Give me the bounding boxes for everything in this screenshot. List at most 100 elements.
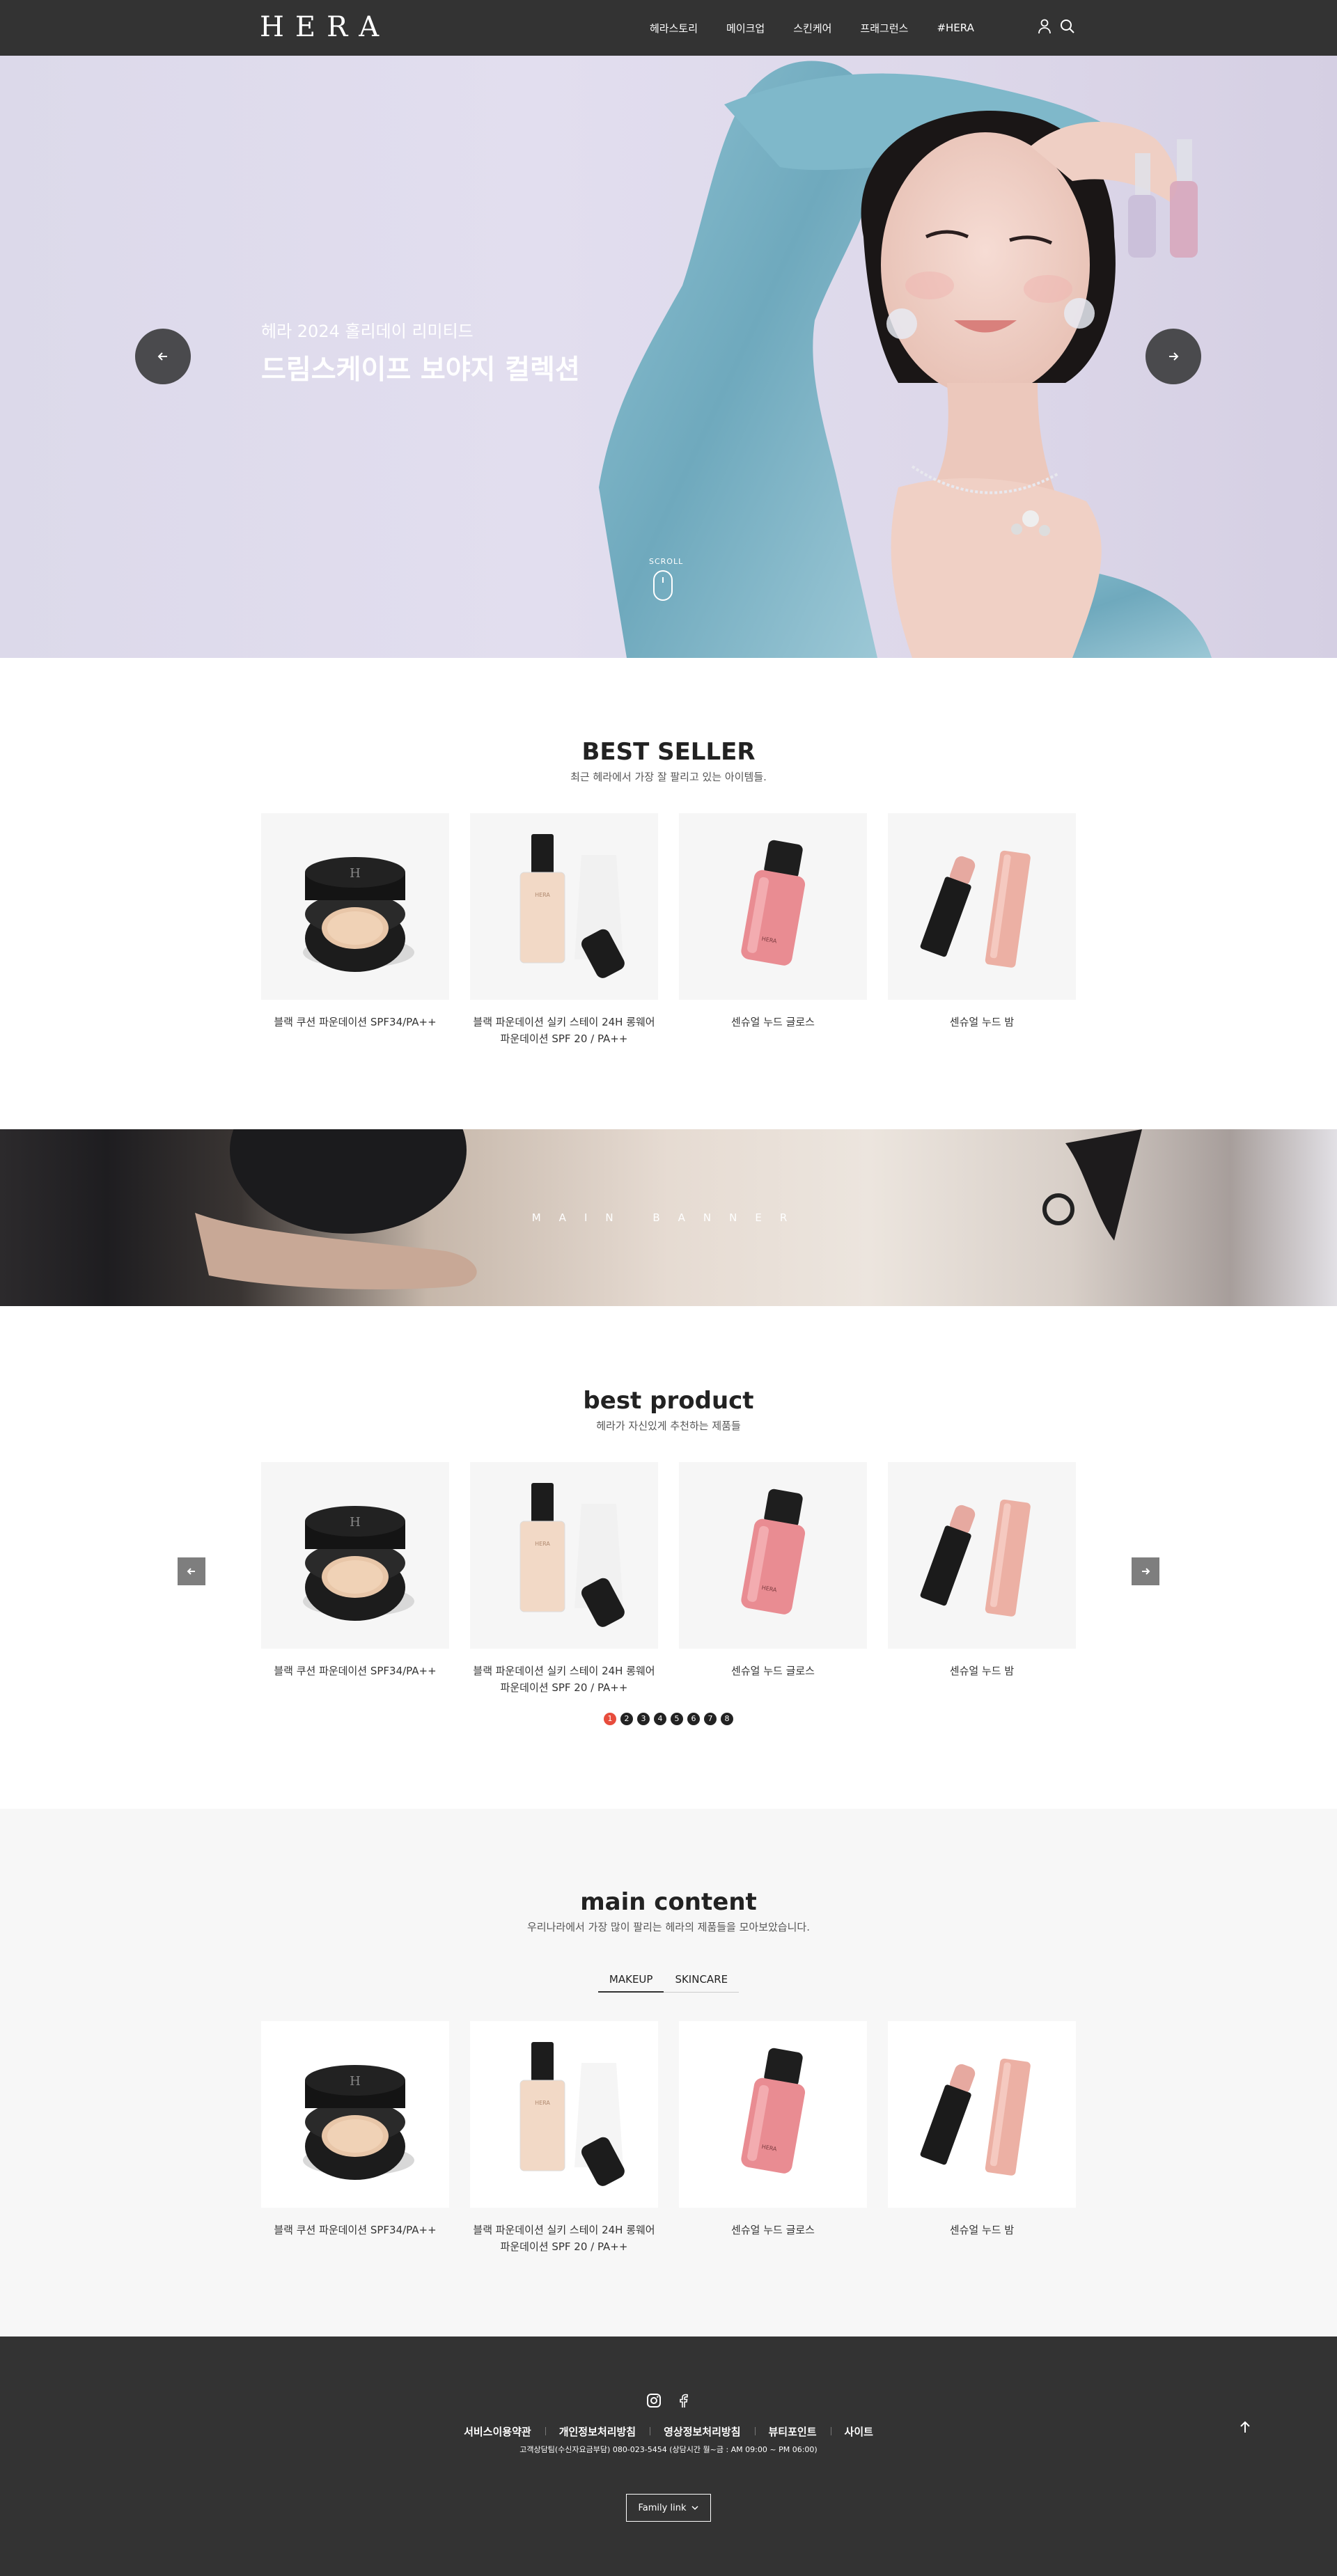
page-dot[interactable]: 8 bbox=[721, 1713, 733, 1725]
page-dot[interactable]: 3 bbox=[637, 1713, 650, 1725]
product-name[interactable]: 센슈얼 누드 글로스 bbox=[679, 2222, 867, 2238]
lip-gloss-icon: HERA bbox=[741, 1489, 806, 1615]
product-image-balm[interactable] bbox=[888, 2021, 1076, 2208]
product-card[interactable]: H 블랙 쿠션 파운데이션 SPF34/PA++ bbox=[261, 2021, 449, 2238]
cushion-compact-icon: H bbox=[303, 2065, 414, 2180]
product-card[interactable]: H 블랙 쿠션 파운데이션 SPF34/PA++ bbox=[261, 813, 449, 1030]
footer-link-beauty-point[interactable]: 뷰티포인트 bbox=[754, 2424, 831, 2439]
page-dot[interactable]: 5 bbox=[671, 1713, 683, 1725]
product-name[interactable]: 블랙 파운데이션 실키 스테이 24H 롱웨어 파운데이션 SPF 20 / P… bbox=[470, 1014, 658, 1047]
search-icon[interactable] bbox=[1059, 18, 1074, 35]
best-product-desc: 헤라가 자신있게 추천하는 제품들 bbox=[596, 1420, 741, 1432]
product-image-cushion[interactable]: H bbox=[261, 1462, 449, 1649]
nav-item-herastory[interactable]: 헤라스토리 bbox=[650, 21, 698, 36]
page-dot[interactable]: 7 bbox=[704, 1713, 717, 1725]
product-card[interactable]: HERA 센슈얼 누드 글로스 bbox=[679, 1462, 867, 1679]
product-name[interactable]: 블랙 쿠션 파운데이션 SPF34/PA++ bbox=[261, 1663, 449, 1679]
footer-link-video-policy[interactable]: 영상정보처리방침 bbox=[650, 2424, 754, 2439]
product-image-foundation[interactable]: HERA bbox=[470, 1462, 658, 1649]
product-image-balm[interactable] bbox=[888, 1462, 1076, 1649]
tab-skincare[interactable]: SKINCARE bbox=[664, 1969, 740, 1993]
product-image-cushion[interactable]: H bbox=[261, 2021, 449, 2208]
best-seller-desc: 최근 헤라에서 가장 잘 팔리고 있는 아이템들. bbox=[570, 771, 767, 783]
arrow-up-icon bbox=[1240, 2421, 1250, 2433]
arrow-right-icon bbox=[1169, 352, 1179, 361]
product-card[interactable]: HERA 블랙 파운데이션 실키 스테이 24H 롱웨어 파운데이션 SPF 2… bbox=[470, 2021, 658, 2255]
foundation-bottle-icon: HERA bbox=[519, 834, 625, 978]
product-name[interactable]: 블랙 파운데이션 실키 스테이 24H 롱웨어 파운데이션 SPF 20 / P… bbox=[470, 1663, 658, 1696]
product-card[interactable]: HERA 블랙 파운데이션 실키 스테이 24H 롱웨어 파운데이션 SPF 2… bbox=[470, 813, 658, 1047]
product-image-foundation[interactable]: HERA bbox=[470, 813, 658, 1000]
product-image-gloss[interactable]: HERA bbox=[679, 813, 867, 1000]
main-nav: 헤라스토리 메이크업 스킨케어 프래그런스 #HERA bbox=[650, 0, 1003, 56]
mouse-icon bbox=[653, 570, 673, 601]
hero-next-button[interactable] bbox=[1146, 329, 1201, 384]
best-product-next-button[interactable] bbox=[1132, 1557, 1159, 1585]
main-banner[interactable]: MAIN BANNER bbox=[0, 1129, 1337, 1306]
main-content-grid: H 블랙 쿠션 파운데이션 SPF34/PA++ HERA 블랙 파운데이션 실… bbox=[261, 2021, 1076, 2258]
product-card[interactable]: 센슈얼 누드 밤 bbox=[888, 2021, 1076, 2238]
footer-link-privacy[interactable]: 개인정보처리방침 bbox=[545, 2424, 650, 2439]
product-card[interactable]: 센슈얼 누드 밤 bbox=[888, 813, 1076, 1030]
family-link-label: Family link bbox=[638, 2502, 687, 2513]
lip-balm-icon bbox=[920, 1499, 1031, 1617]
nav-item-skincare[interactable]: 스킨케어 bbox=[793, 21, 831, 36]
social-links bbox=[646, 2392, 691, 2409]
scroll-to-top-button[interactable] bbox=[1237, 2419, 1253, 2435]
product-image-foundation[interactable]: HERA bbox=[470, 2021, 658, 2208]
product-name[interactable]: 센슈얼 누드 글로스 bbox=[679, 1663, 867, 1679]
product-card[interactable]: H 블랙 쿠션 파운데이션 SPF34/PA++ bbox=[261, 1462, 449, 1679]
page-dot[interactable]: 4 bbox=[654, 1713, 666, 1725]
best-seller-grid: H 블랙 쿠션 파운데이션 SPF34/PA++ HERA 블랙 파운데이션 실… bbox=[261, 813, 1076, 1050]
product-name[interactable]: 블랙 파운데이션 실키 스테이 24H 롱웨어 파운데이션 SPF 20 / P… bbox=[470, 2222, 658, 2255]
facebook-icon[interactable] bbox=[675, 2392, 691, 2409]
cushion-compact-icon: H bbox=[303, 1506, 414, 1621]
product-name[interactable]: 센슈얼 누드 밤 bbox=[888, 2222, 1076, 2238]
scroll-indicator[interactable]: SCROLL bbox=[649, 557, 682, 601]
product-name[interactable]: 센슈얼 누드 글로스 bbox=[679, 1014, 867, 1030]
svg-text:HERA: HERA bbox=[535, 1541, 550, 1547]
footer-contact-info: 고객상담팀(수신자요금부담) 080-023-5454 (상담시간 월~금 : … bbox=[519, 2445, 818, 2454]
best-product-grid: H 블랙 쿠션 파운데이션 SPF34/PA++ HERA 블랙 파운데이션 실… bbox=[261, 1462, 1076, 1699]
tab-makeup[interactable]: MAKEUP bbox=[597, 1969, 664, 1993]
best-product-title: best product bbox=[583, 1387, 754, 1415]
product-name[interactable]: 블랙 쿠션 파운데이션 SPF34/PA++ bbox=[261, 2222, 449, 2238]
nav-item-hashtag-hera[interactable]: #HERA bbox=[937, 22, 974, 34]
product-name[interactable]: 센슈얼 누드 밤 bbox=[888, 1663, 1076, 1679]
product-card[interactable]: HERA 센슈얼 누드 글로스 bbox=[679, 813, 867, 1030]
product-name[interactable]: 센슈얼 누드 밤 bbox=[888, 1014, 1076, 1030]
arrow-left-icon bbox=[187, 1568, 195, 1575]
page-dot[interactable]: 2 bbox=[620, 1713, 633, 1725]
user-icon[interactable] bbox=[1037, 18, 1052, 35]
best-seller-title: BEST SELLER bbox=[581, 738, 756, 766]
product-image-gloss[interactable]: HERA bbox=[679, 1462, 867, 1649]
product-name[interactable]: 블랙 쿠션 파운데이션 SPF34/PA++ bbox=[261, 1014, 449, 1030]
page-dot[interactable]: 1 bbox=[604, 1713, 616, 1725]
cushion-compact-icon: H bbox=[303, 857, 414, 972]
product-image-cushion[interactable]: H bbox=[261, 813, 449, 1000]
nav-item-fragrance[interactable]: 프래그런스 bbox=[860, 21, 908, 36]
product-image-gloss[interactable]: HERA bbox=[679, 2021, 867, 2208]
product-card[interactable]: HERA 센슈얼 누드 글로스 bbox=[679, 2021, 867, 2238]
page-dot[interactable]: 6 bbox=[687, 1713, 700, 1725]
hera-logo[interactable]: HERA bbox=[260, 11, 390, 43]
footer-link-terms[interactable]: 서비스이용약관 bbox=[450, 2424, 545, 2439]
best-product-prev-button[interactable] bbox=[178, 1557, 205, 1585]
hero-title: 드림스케이프 보야지 컬렉션 bbox=[261, 354, 580, 386]
instagram-icon[interactable] bbox=[646, 2392, 662, 2409]
header-icons bbox=[1037, 18, 1074, 35]
svg-text:HERA: HERA bbox=[535, 892, 550, 898]
main-content-title: main content bbox=[580, 1888, 757, 1916]
product-card[interactable]: 센슈얼 누드 밤 bbox=[888, 1462, 1076, 1679]
hero-model-image bbox=[599, 61, 1212, 658]
main-content-desc: 우리나라에서 가장 많이 팔리는 헤라의 제품들을 모아보았습니다. bbox=[527, 1921, 810, 1933]
footer-links: 서비스이용약관 개인정보처리방침 영상정보처리방침 뷰티포인트 사이트 bbox=[0, 2424, 1337, 2439]
product-card[interactable]: HERA 블랙 파운데이션 실키 스테이 24H 롱웨어 파운데이션 SPF 2… bbox=[470, 1462, 658, 1696]
family-link-select[interactable]: Family link bbox=[626, 2494, 711, 2522]
hero-prev-button[interactable] bbox=[135, 329, 191, 384]
footer-link-site[interactable]: 사이트 bbox=[830, 2424, 887, 2439]
main-banner-text: MAIN BANNER bbox=[531, 1211, 806, 1224]
arrow-left-icon bbox=[157, 352, 167, 361]
product-image-balm[interactable] bbox=[888, 813, 1076, 1000]
nav-item-makeup[interactable]: 메이크업 bbox=[726, 21, 765, 36]
